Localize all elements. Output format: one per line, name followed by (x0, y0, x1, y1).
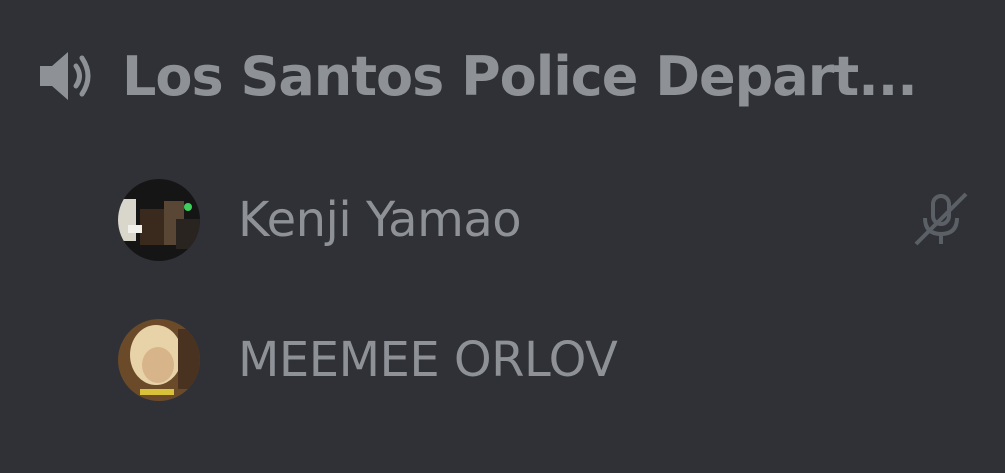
channel-name: Los Santos Police Depart... (122, 44, 918, 108)
avatar (118, 319, 200, 401)
voice-channel-panel: Los Santos Police Depart... Kenji Yamao (0, 0, 1005, 473)
member-name: MEEMEE ORLOV (238, 332, 618, 388)
member-name: Kenji Yamao (238, 192, 522, 248)
voice-channel[interactable]: Los Santos Police Depart... (36, 36, 936, 116)
voice-member[interactable]: MEEMEE ORLOV (118, 318, 988, 402)
avatar (118, 179, 200, 261)
voice-member[interactable]: Kenji Yamao (118, 178, 988, 262)
mic-muted-icon (910, 188, 972, 250)
speaker-icon (36, 48, 96, 104)
